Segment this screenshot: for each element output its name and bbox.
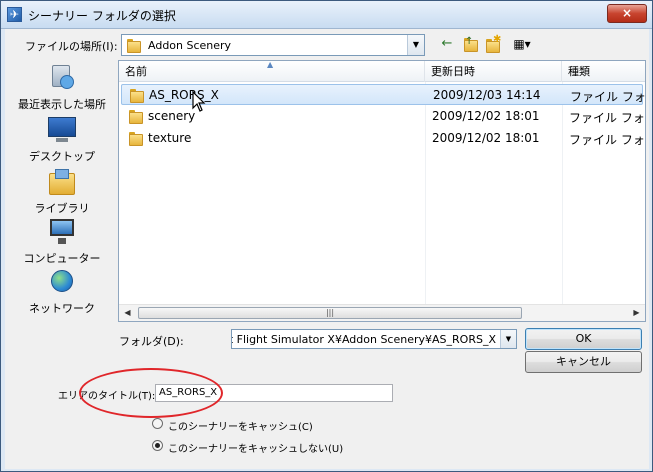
location-label: ファイルの場所(I): (25, 40, 118, 53)
view-menu-icon[interactable]: ▦▾ (508, 35, 536, 53)
new-folder-icon[interactable]: ✱ (483, 34, 503, 53)
scrollbar-thumb[interactable]: ||| (138, 307, 522, 319)
dialog-body: ファイルの場所(I): Addon Scenery ▼ ← ↑ ✱ ▦▾ 最近表… (5, 29, 649, 469)
place-network[interactable]: ネットワーク (9, 267, 115, 316)
column-header-modified[interactable]: 更新日時 (425, 61, 562, 82)
folder-label: フォルダ(D): (119, 335, 184, 348)
folder-icon (127, 39, 141, 53)
title-bar[interactable]: ✈ シーナリー フォルダの選択 × (1, 1, 652, 29)
cache-option-label: このシーナリーをキャッシュ(C) (168, 422, 313, 433)
location-combo[interactable]: Addon Scenery ▼ (121, 34, 425, 56)
folder-icon (129, 110, 143, 124)
horizontal-scrollbar[interactable]: ◀ ||| ▶ (119, 304, 645, 321)
chevron-down-icon[interactable]: ▼ (407, 35, 424, 55)
recent-places-icon (46, 63, 78, 93)
back-icon[interactable]: ← (437, 35, 457, 53)
list-header: 名前 ▲ 更新日時 種類 (119, 60, 645, 82)
no-cache-radio[interactable] (152, 440, 163, 451)
folder-path-combo[interactable]: soft Flight Simulator X¥Addon Scenery¥AS… (231, 329, 517, 349)
column-header-type[interactable]: 種類 (562, 61, 645, 82)
list-item[interactable]: texture 2009/12/02 18:01 ファイル フォ (121, 128, 645, 149)
folder-path-value: soft Flight Simulator X¥Addon Scenery¥AS… (231, 333, 496, 346)
place-computer[interactable]: コンピューター (9, 217, 115, 266)
mouse-cursor-icon (192, 91, 206, 112)
place-recent[interactable]: 最近表示した場所 (9, 63, 115, 112)
place-desktop[interactable]: デスクトップ (9, 115, 115, 164)
no-cache-option-label: このシーナリーをキャッシュしない(U) (168, 444, 344, 455)
folder-icon (129, 132, 143, 146)
cache-radio[interactable] (152, 418, 163, 429)
up-folder-icon[interactable]: ↑ (460, 35, 480, 53)
network-icon (46, 267, 78, 297)
libraries-icon (46, 167, 78, 197)
chevron-down-icon[interactable]: ▼ (500, 330, 516, 348)
cancel-button[interactable]: キャンセル (525, 351, 642, 373)
location-value: Addon Scenery (148, 39, 232, 52)
sort-ascending-icon: ▲ (267, 60, 274, 69)
place-libraries[interactable]: ライブラリ (9, 167, 115, 216)
app-icon: ✈ (7, 7, 22, 22)
desktop-icon (46, 115, 78, 145)
highlight-annotation (79, 368, 223, 418)
scroll-left-icon[interactable]: ◀ (119, 305, 136, 321)
window-title: シーナリー フォルダの選択 (28, 9, 176, 23)
folder-select-dialog: ✈ シーナリー フォルダの選択 × ファイルの場所(I): Addon Scen… (0, 0, 653, 472)
ok-button[interactable]: OK (525, 328, 642, 350)
computer-icon (46, 217, 78, 247)
folder-icon (130, 89, 144, 103)
close-button[interactable]: × (607, 4, 647, 23)
scroll-right-icon[interactable]: ▶ (628, 305, 645, 321)
